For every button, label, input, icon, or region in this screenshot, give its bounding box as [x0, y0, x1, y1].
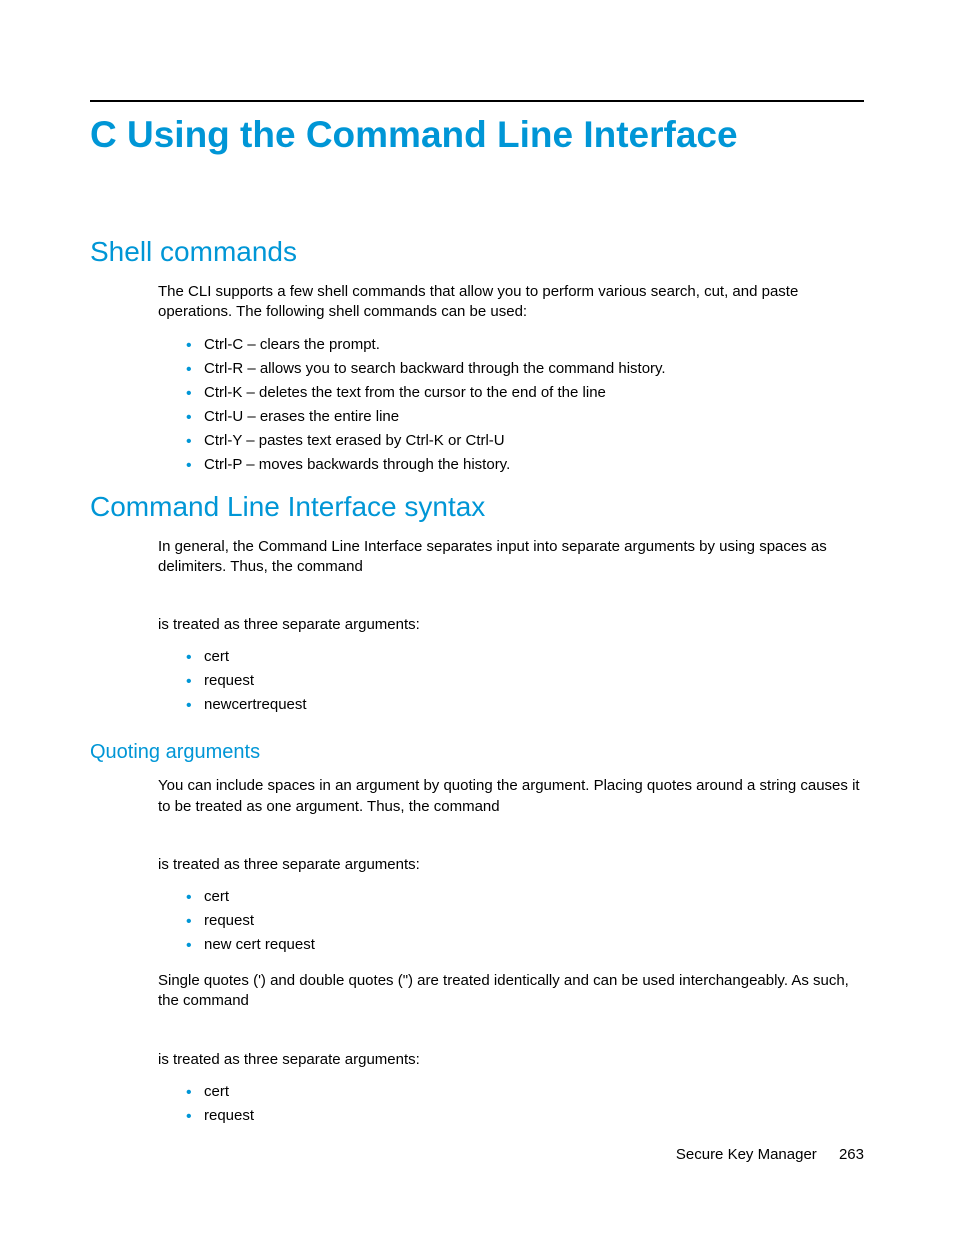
quoting-heading: Quoting arguments: [90, 741, 864, 764]
cli-syntax-heading: Command Line Interface syntax: [90, 491, 864, 523]
quoting-intro: You can include spaces in an argument by…: [158, 776, 864, 817]
shell-commands-heading: Shell commands: [90, 236, 864, 268]
list-item: request: [186, 1104, 864, 1128]
list-item: newcertrequest: [186, 693, 864, 717]
cli-syntax-list: cert request newcertrequest: [186, 645, 864, 717]
spacer: [90, 1022, 864, 1050]
footer-page-number: 263: [839, 1146, 864, 1163]
list-item: Ctrl-Y – pastes text erased by Ctrl-K or…: [186, 429, 864, 453]
list-item: Ctrl-P – moves backwards through the his…: [186, 453, 864, 477]
shell-commands-list: Ctrl-C – clears the prompt. Ctrl-R – all…: [186, 333, 864, 477]
quoting-list-1: cert request new cert request: [186, 885, 864, 957]
cli-syntax-treated-as: is treated as three separate arguments:: [158, 615, 864, 635]
quoting-treated-as-1: is treated as three separate arguments:: [158, 855, 864, 875]
list-item: Ctrl-C – clears the prompt.: [186, 333, 864, 357]
list-item: request: [186, 669, 864, 693]
shell-commands-intro: The CLI supports a few shell commands th…: [158, 282, 864, 323]
list-item: Ctrl-R – allows you to search backward t…: [186, 357, 864, 381]
quoting-list-2: cert request: [186, 1080, 864, 1128]
list-item: Ctrl-U – erases the entire line: [186, 405, 864, 429]
top-rule: [90, 100, 864, 102]
spacer: [90, 827, 864, 855]
chapter-title: C Using the Command Line Interface: [90, 114, 864, 156]
cli-syntax-intro: In general, the Command Line Interface s…: [158, 537, 864, 578]
page-footer: Secure Key Manager 263: [676, 1146, 864, 1163]
footer-doc-title: Secure Key Manager: [676, 1146, 817, 1163]
list-item: cert: [186, 885, 864, 909]
list-item: cert: [186, 645, 864, 669]
quoting-single-double: Single quotes (') and double quotes (") …: [158, 971, 864, 1012]
page-container: C Using the Command Line Interface Shell…: [0, 0, 954, 1235]
list-item: Ctrl-K – deletes the text from the curso…: [186, 381, 864, 405]
spacer: [90, 587, 864, 615]
list-item: request: [186, 909, 864, 933]
list-item: cert: [186, 1080, 864, 1104]
quoting-treated-as-2: is treated as three separate arguments:: [158, 1050, 864, 1070]
list-item: new cert request: [186, 933, 864, 957]
